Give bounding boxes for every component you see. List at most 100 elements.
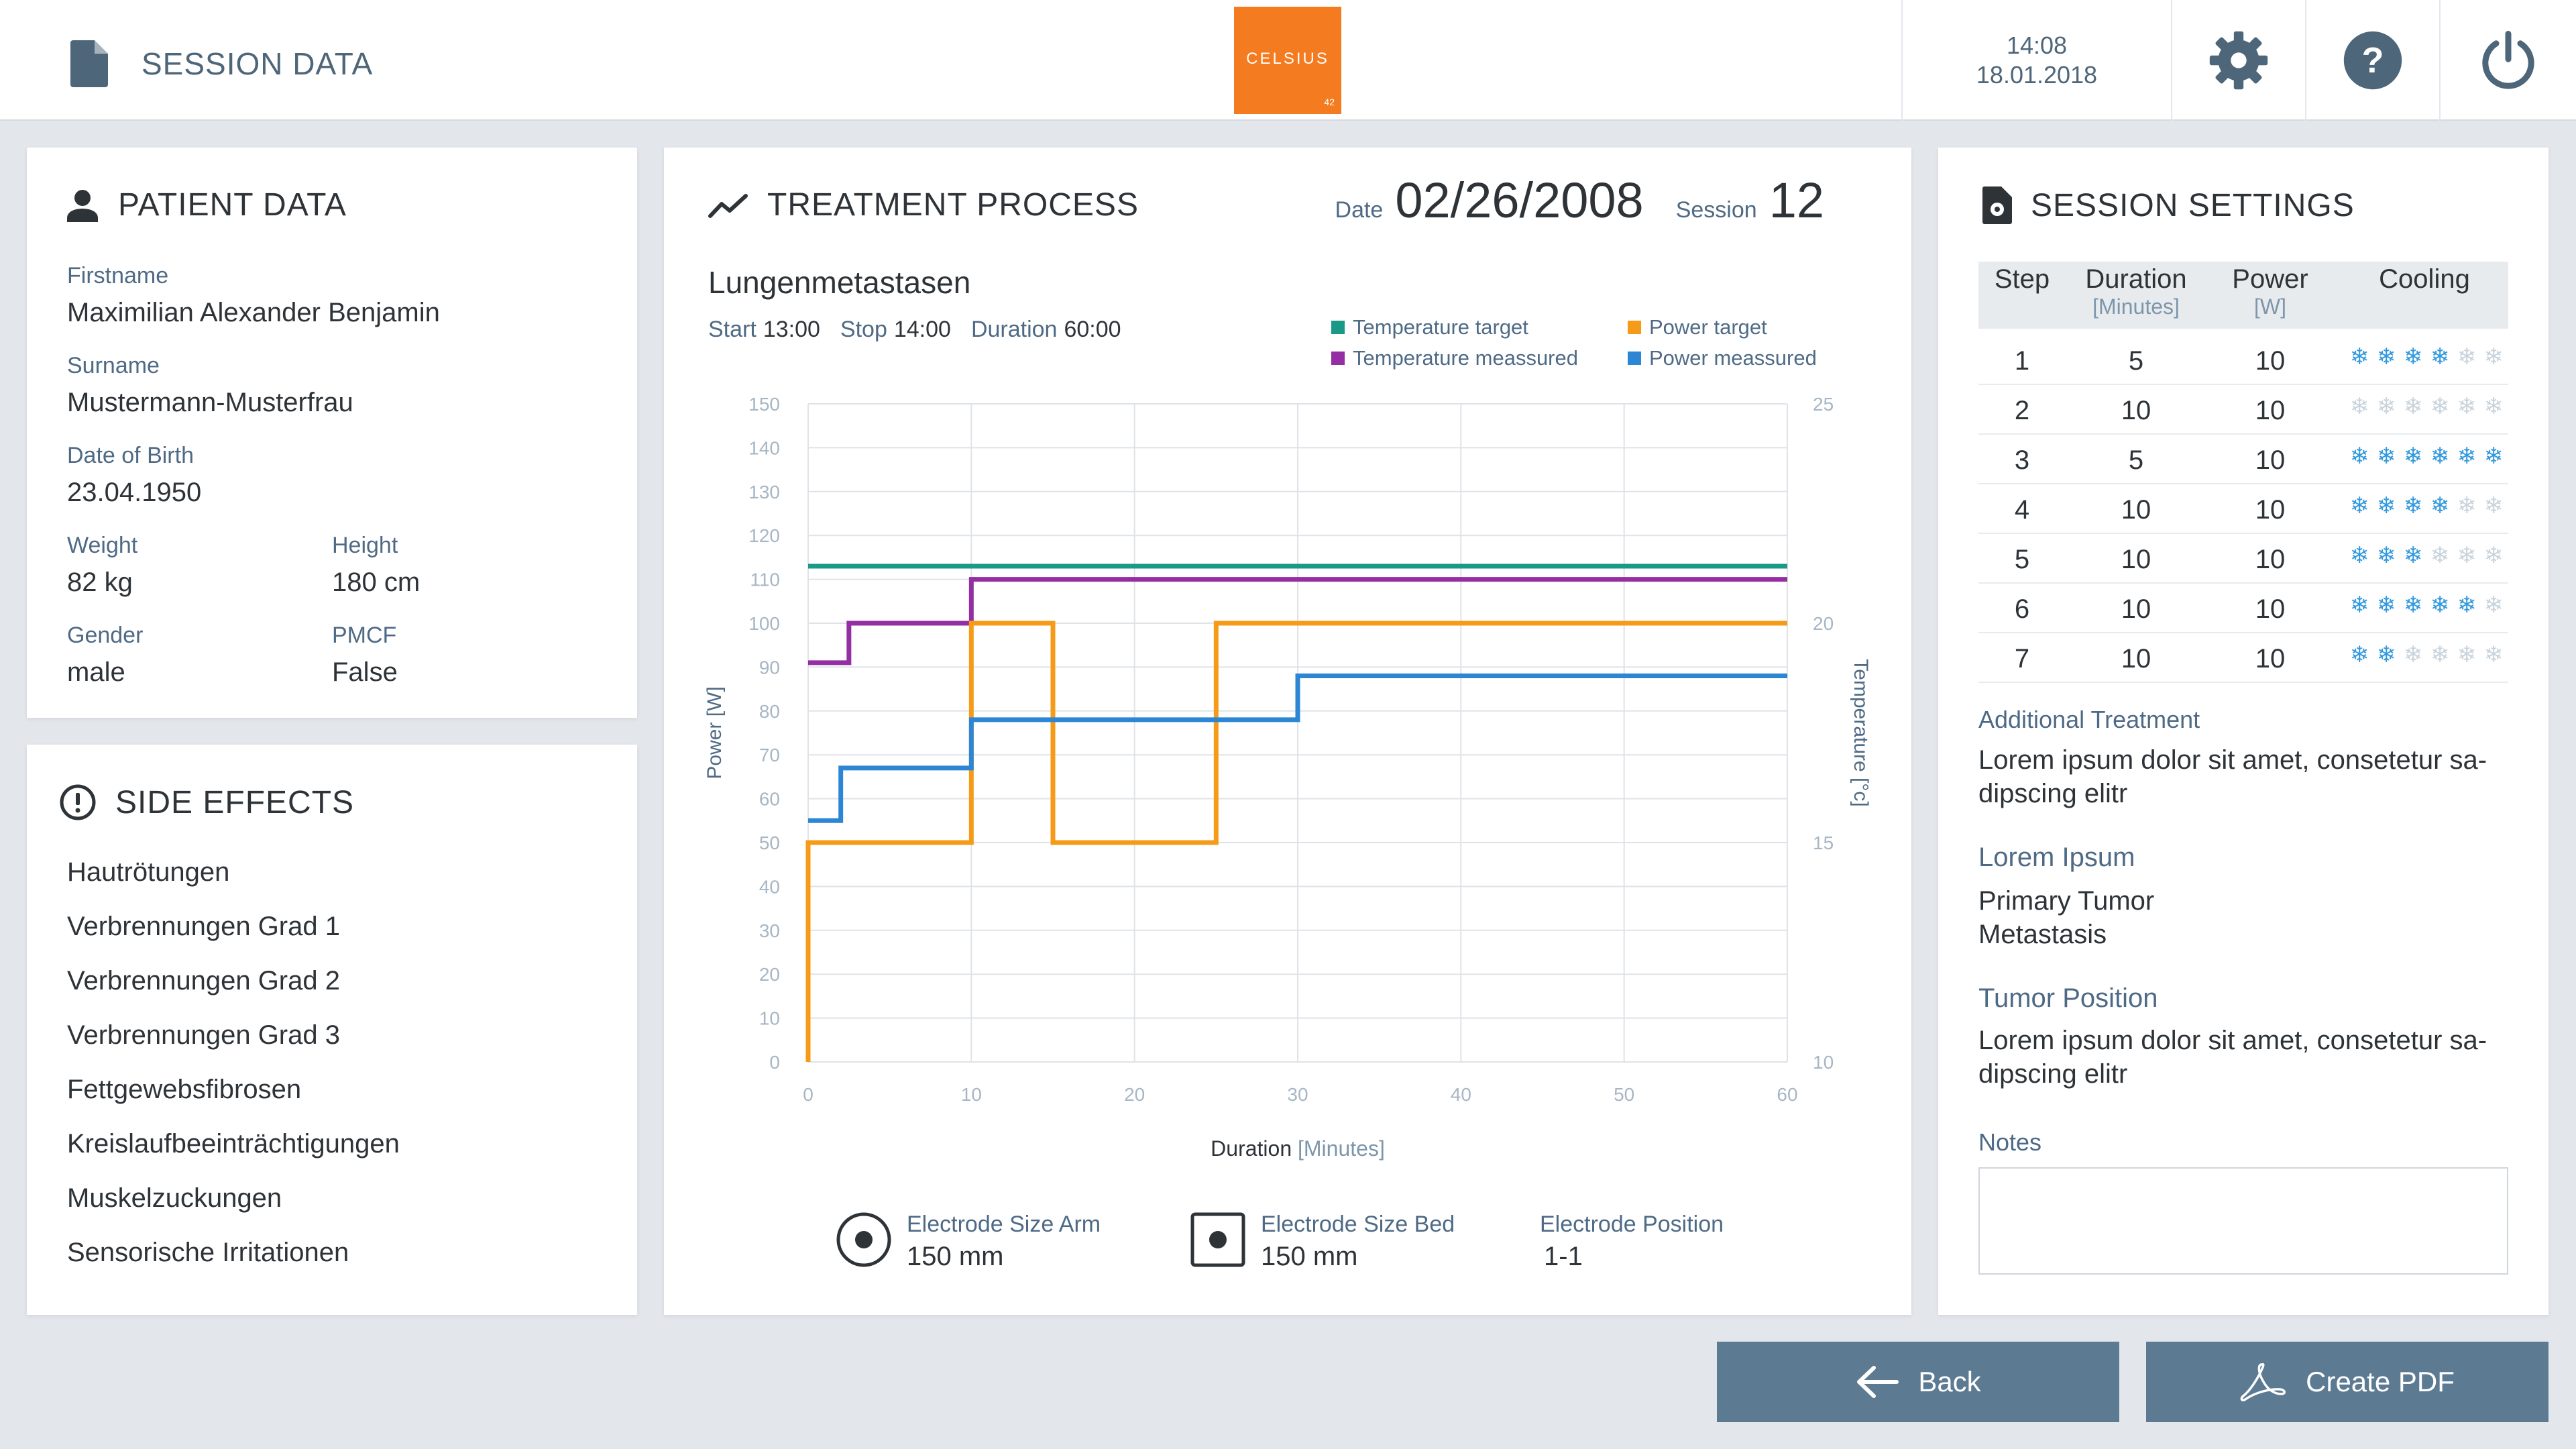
patient-data-card: PATIENT DATA Firstname Maximilian Alexan… (27, 148, 637, 718)
lorem-ipsum-label: Lorem Ipsum (1978, 843, 2135, 872)
snowflake-icon: ❄ (2376, 443, 2396, 469)
power-button[interactable] (2439, 0, 2576, 121)
cell-duration: 10 (2121, 594, 2151, 624)
y-tick-label: 60 (759, 789, 780, 810)
x-tick-label: 50 (1614, 1084, 1634, 1105)
side-effect-item: Verbrennungen Grad 3 (67, 1020, 340, 1050)
y-tick-label: 100 (748, 613, 780, 634)
x-axis-label-main: Duration (1211, 1136, 1298, 1161)
side-effect-item: Fettgewebsfibrosen (67, 1075, 302, 1104)
snowflake-icon: ❄ (2457, 443, 2477, 469)
snowflake-icon: ❄ (2376, 394, 2396, 419)
table-row: 3 5 10 ❄ ❄ ❄ ❄ ❄ ❄ (1978, 435, 2508, 484)
snowflake-icon: ❄ (2403, 394, 2423, 419)
settings-button[interactable] (2171, 0, 2305, 121)
weight-label: Weight (67, 533, 138, 558)
snowflake-icon: ❄ (2483, 394, 2504, 419)
y-tick-label: 0 (769, 1052, 780, 1073)
snowflake-icon: ❄ (2430, 344, 2450, 370)
col-power-unit: [W] (2254, 294, 2286, 319)
session-settings-title: SESSION SETTINGS (1982, 186, 2355, 224)
side-effect-item: Hautrötungen (67, 857, 230, 887)
cell-duration: 10 (2121, 545, 2151, 574)
electrode-position: Electrode Position 1-1 (1540, 1212, 1724, 1272)
settings-table-header: Step Duration [Minutes] Power [W] Coolin… (1978, 262, 2508, 329)
snowflake-icon: ❄ (2403, 344, 2423, 370)
snowflake-icon: ❄ (2430, 394, 2450, 419)
clock: 14:08 18.01.2018 (1901, 0, 2171, 121)
y2-tick-label: 25 (1813, 394, 1834, 415)
table-row: 2 10 10 ❄ ❄ ❄ ❄ ❄ ❄ (1978, 385, 2508, 435)
arrow-left-icon (1857, 1366, 1899, 1398)
snowflake-icon: ❄ (2403, 493, 2423, 519)
snowflake-icon: ❄ (2376, 543, 2396, 568)
side-effect-item: Verbrennungen Grad 1 (67, 912, 340, 941)
snowflake-icon: ❄ (2457, 592, 2477, 618)
electrode-arm-value: 150 mm (907, 1242, 1004, 1271)
session-settings-title-text: SESSION SETTINGS (2031, 187, 2355, 223)
side-effects-title: SIDE EFFECTS (59, 784, 354, 821)
snowflake-icon: ❄ (2483, 592, 2504, 618)
header-bar: SESSION DATA CELSIUS 42 14:08 18.01.2018 (0, 0, 2576, 121)
y-tick-label: 80 (759, 701, 780, 722)
electrode-square-icon (1190, 1212, 1245, 1267)
x-axis-label: Duration [Minutes] (1211, 1136, 1385, 1161)
snowflake-icon: ❄ (2403, 592, 2423, 618)
y-tick-label: 20 (759, 964, 780, 985)
logo-sub: 42 (1324, 97, 1335, 107)
electrode-position-value: 1-1 (1544, 1242, 1583, 1271)
lorem-ipsum-value: Primary Tumor Metastasis (1978, 886, 2155, 949)
side-effects-title-text: SIDE EFFECTS (115, 784, 355, 820)
snowflake-icon: ❄ (2349, 493, 2369, 519)
cell-cooling: ❄ ❄ ❄ ❄ ❄ ❄ (2347, 592, 2506, 619)
snowflake-icon: ❄ (2430, 443, 2450, 469)
snowflake-icon: ❄ (2349, 443, 2369, 469)
side-effect-item: Verbrennungen Grad 2 (67, 966, 340, 996)
x-tick-label: 60 (1777, 1084, 1797, 1105)
dob-label: Date of Birth (67, 443, 194, 468)
cell-cooling: ❄ ❄ ❄ ❄ ❄ ❄ (2347, 443, 2506, 470)
table-row: 1 5 10 ❄ ❄ ❄ ❄ ❄ ❄ (1978, 335, 2508, 385)
table-row: 6 10 10 ❄ ❄ ❄ ❄ ❄ ❄ (1978, 584, 2508, 633)
cell-cooling: ❄ ❄ ❄ ❄ ❄ ❄ (2347, 343, 2506, 370)
cell-step: 6 (2014, 594, 2030, 624)
patient-data-title: PATIENT DATA (66, 186, 347, 223)
create-pdf-button[interactable]: Create PDF (2146, 1342, 2549, 1422)
height-value: 180 cm (332, 568, 421, 597)
snowflake-icon: ❄ (2376, 493, 2396, 519)
y-tick-label: 150 (748, 394, 780, 415)
snowflake-icon: ❄ (2457, 642, 2477, 667)
cell-cooling: ❄ ❄ ❄ ❄ ❄ ❄ (2347, 641, 2506, 668)
snowflake-icon: ❄ (2430, 642, 2450, 667)
col-duration: Duration [Minutes] (2059, 264, 2213, 319)
cell-duration: 10 (2121, 396, 2151, 425)
y2-tick-label: 20 (1813, 613, 1834, 634)
snowflake-icon: ❄ (2349, 543, 2369, 568)
pmcf-label: PMCF (332, 623, 397, 648)
table-row: 4 10 10 ❄ ❄ ❄ ❄ ❄ ❄ (1978, 484, 2508, 534)
snowflake-icon: ❄ (2376, 344, 2396, 370)
snowflake-icon: ❄ (2349, 642, 2369, 667)
celsius-logo: CELSIUS 42 (1234, 7, 1341, 114)
snowflake-icon: ❄ (2483, 344, 2504, 370)
x-tick-label: 0 (803, 1084, 814, 1105)
snowflake-icon: ❄ (2403, 642, 2423, 667)
snowflake-icon: ❄ (2430, 493, 2450, 519)
page-title: SESSION DATA (70, 40, 373, 87)
y2-tick-label: 10 (1813, 1052, 1834, 1073)
x-tick-label: 30 (1287, 1084, 1308, 1105)
snowflake-icon: ❄ (2349, 592, 2369, 618)
notes-field[interactable] (1978, 1167, 2508, 1275)
cell-cooling: ❄ ❄ ❄ ❄ ❄ ❄ (2347, 542, 2506, 569)
x-axis-label-unit: [Minutes] (1298, 1136, 1385, 1161)
back-button[interactable]: Back (1717, 1342, 2119, 1422)
session-settings-card: SESSION SETTINGS Step Duration [Minutes]… (1938, 148, 2549, 1315)
additional-treatment-value: Lorem ipsum dolor sit amet, consetetur s… (1978, 745, 2487, 808)
snowflake-icon: ❄ (2403, 543, 2423, 568)
col-duration-text: Duration (2085, 264, 2187, 294)
patient-data-title-text: PATIENT DATA (118, 187, 347, 223)
help-button[interactable]: ? (2305, 0, 2439, 121)
logo-name: CELSIUS (1246, 50, 1329, 68)
y-tick-label: 120 (748, 525, 780, 546)
y-tick-label: 30 (759, 920, 780, 941)
